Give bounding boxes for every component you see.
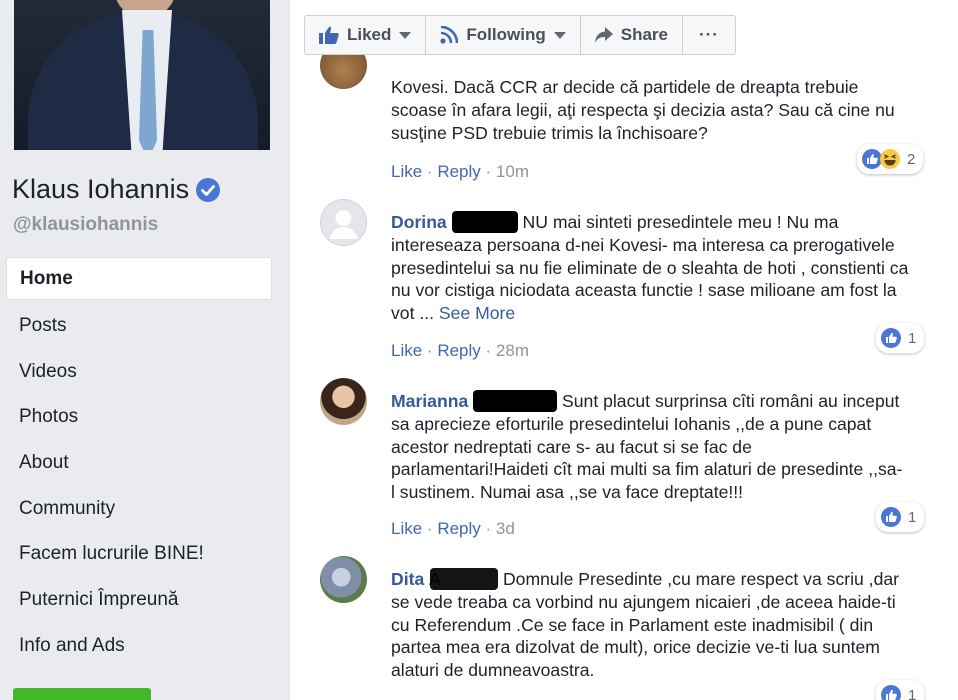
verified-badge-icon bbox=[195, 177, 221, 203]
comment-text: Kovesi. Dacă CCR ar decide că partidele … bbox=[391, 77, 895, 143]
reaction-count: 1 bbox=[908, 329, 917, 347]
redaction-mark bbox=[473, 390, 558, 412]
nav-item-videos[interactable]: Videos bbox=[6, 349, 272, 395]
like-reaction-icon bbox=[881, 685, 901, 700]
comment-author[interactable]: Dorina bbox=[391, 212, 447, 232]
comment-like-link[interactable]: Like bbox=[391, 341, 422, 360]
reaction-count: 2 bbox=[907, 150, 916, 168]
comment-body: Marianna Sunt placut surprinsa cîti româ… bbox=[391, 390, 911, 504]
comment-actions: Like · Reply · 3d bbox=[391, 519, 515, 538]
comment-reply-link[interactable]: Reply bbox=[437, 162, 480, 181]
comment-body: Dorina NU mai sinteti presedintele meu !… bbox=[391, 211, 911, 325]
comment-actions: Like · Reply · 10m bbox=[391, 162, 529, 181]
comment-reply-link[interactable]: Reply bbox=[437, 341, 480, 360]
commenter-avatar[interactable] bbox=[320, 378, 367, 425]
nav-item-photos[interactable]: Photos bbox=[6, 394, 272, 440]
commenter-avatar[interactable] bbox=[320, 556, 367, 603]
comment-timestamp[interactable]: 28m bbox=[496, 341, 529, 360]
reactions-badge[interactable]: 1 bbox=[876, 680, 925, 700]
nav-item-posts[interactable]: Posts bbox=[6, 303, 272, 349]
more-options-icon: ··· bbox=[698, 25, 719, 44]
comment-timestamp[interactable]: 3d bbox=[496, 519, 515, 538]
reaction-count: 1 bbox=[908, 686, 917, 700]
haha-reaction-icon bbox=[880, 149, 900, 169]
left-sidebar: Klaus Iohannis @klausiohannis Home Posts… bbox=[0, 0, 290, 700]
share-arrow-icon bbox=[594, 27, 613, 43]
page-name[interactable]: Klaus Iohannis bbox=[12, 174, 221, 205]
comment-timestamp[interactable]: 10m bbox=[496, 162, 529, 181]
reactions-badge[interactable]: 1 bbox=[876, 502, 925, 532]
comment-reply-link[interactable]: Reply bbox=[437, 519, 480, 538]
chevron-down-icon bbox=[399, 31, 412, 39]
reaction-count: 1 bbox=[908, 508, 917, 526]
nav-item-facem-lucrurile-bine[interactable]: Facem lucrurile BINE! bbox=[6, 531, 272, 577]
nav-item-about[interactable]: About bbox=[6, 440, 272, 486]
profile-photo[interactable] bbox=[14, 0, 270, 150]
nav-item-home[interactable]: Home bbox=[6, 257, 272, 300]
comment-text: Sunt placut surprinsa cîti români au inc… bbox=[391, 391, 903, 503]
reactions-badge[interactable]: 1 bbox=[876, 323, 925, 353]
page-handle[interactable]: @klausiohannis bbox=[13, 214, 158, 236]
nav-item-community[interactable]: Community bbox=[6, 486, 272, 532]
more-options-button[interactable]: ··· bbox=[683, 16, 735, 54]
comment-like-link[interactable]: Like bbox=[391, 162, 422, 181]
chevron-down-icon bbox=[553, 31, 566, 39]
redaction-mark bbox=[430, 568, 499, 590]
main-content: Liked Following Share ··· Kovesi. Dacă C… bbox=[290, 0, 958, 700]
comment-body: Dita A Domnule Presedinte ,cu mare respe… bbox=[391, 568, 911, 682]
create-page-button[interactable] bbox=[13, 688, 151, 700]
nav-item-puternici-impreuna[interactable]: Puternici Împreună bbox=[6, 577, 272, 623]
following-label: Following bbox=[466, 25, 546, 44]
liked-label: Liked bbox=[347, 25, 392, 44]
share-label: Share bbox=[620, 25, 668, 44]
share-button[interactable]: Share bbox=[581, 16, 683, 54]
page-nav: Home Posts Videos Photos About Community… bbox=[6, 257, 272, 669]
see-more-link[interactable]: See More bbox=[439, 303, 515, 323]
like-reaction-icon bbox=[881, 507, 901, 527]
like-reaction-icon bbox=[881, 328, 901, 348]
rss-icon bbox=[440, 26, 459, 44]
comment-like-link[interactable]: Like bbox=[391, 519, 422, 538]
redaction-mark bbox=[451, 211, 518, 233]
liked-button[interactable]: Liked bbox=[305, 16, 427, 54]
page-name-text[interactable]: Klaus Iohannis bbox=[12, 174, 189, 205]
reactions-badge[interactable]: 2 bbox=[857, 144, 924, 174]
following-button[interactable]: Following bbox=[426, 16, 581, 54]
thumbs-up-icon bbox=[319, 26, 339, 44]
commenter-avatar[interactable] bbox=[320, 199, 367, 246]
page-action-bar: Liked Following Share ··· bbox=[304, 15, 736, 55]
nav-item-info-and-ads[interactable]: Info and Ads bbox=[6, 623, 272, 669]
comment-author[interactable]: Marianna bbox=[391, 391, 468, 411]
comment-actions: Like · Reply · 28m bbox=[391, 341, 529, 360]
